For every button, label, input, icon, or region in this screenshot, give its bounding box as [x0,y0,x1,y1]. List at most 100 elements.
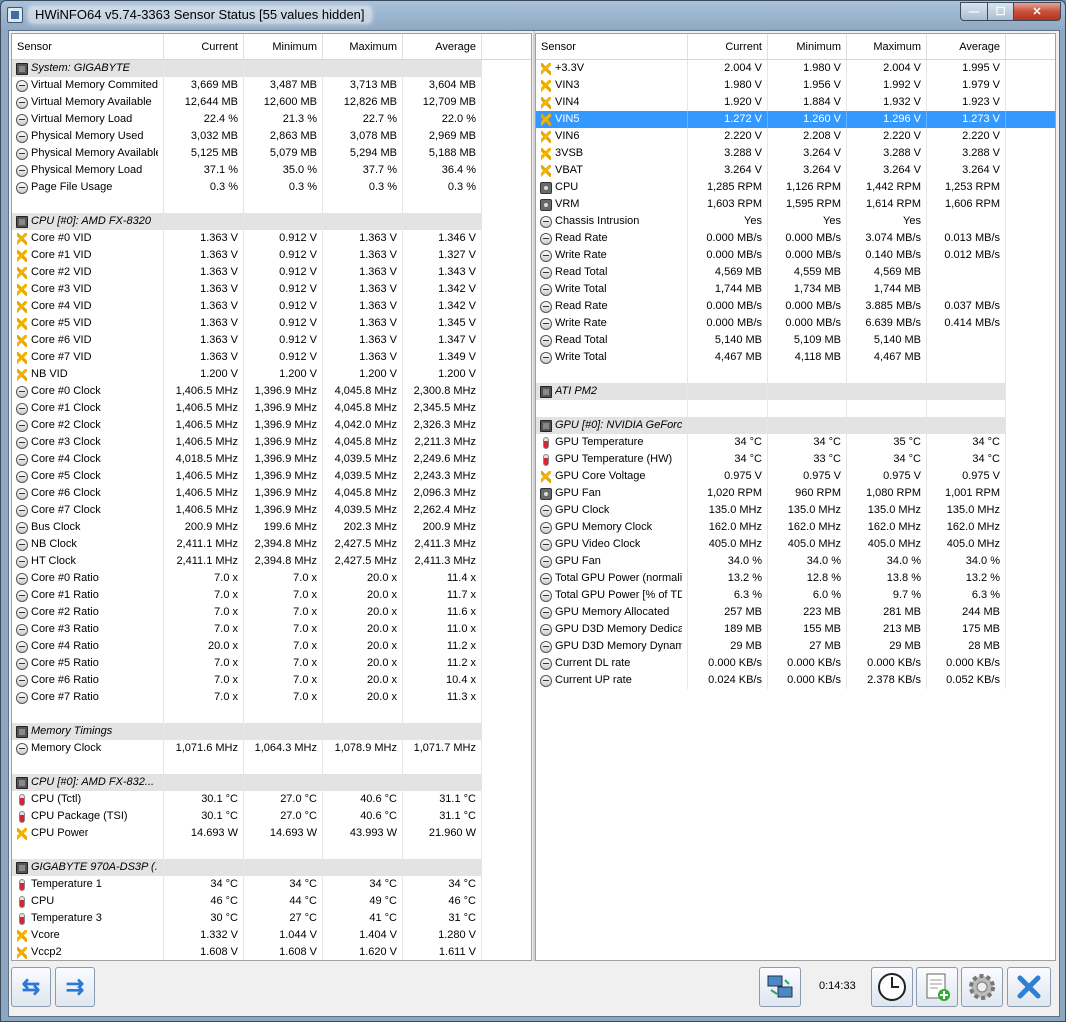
sensor-row[interactable]: Write Total 1,744 MB 1,734 MB 1,744 MB [536,281,1055,298]
logging-button[interactable] [916,967,958,1007]
sensor-row[interactable]: Memory Clock 1,071.6 MHz 1,064.3 MHz 1,078.… [12,740,531,757]
sensor-row[interactable]: Core #0 Ratio 7.0 x 7.0 x 20.0 x 11.4 x [12,570,531,587]
sensor-row[interactable]: Current DL rate 0.000 KB/s 0.000 KB/s 0.000… [536,655,1055,672]
sensor-row[interactable]: GPU Clock 135.0 MHz 135.0 MHz 135.0 MHz 135.… [536,502,1055,519]
sensor-row[interactable]: Virtual Memory Available 12,644 MB 12,600 … [12,94,531,111]
sensor-row[interactable]: VIN5 1.272 V 1.260 V 1.296 V 1.273 V [536,111,1055,128]
sensor-row[interactable]: CPU (Tctl) 30.1 °C 27.0 °C 40.6 °C 31.1 °C [12,791,531,808]
sensor-row[interactable]: Physical Memory Available 5,125 MB 5,079 M… [12,145,531,162]
sensor-row[interactable]: GPU Video Clock 405.0 MHz 405.0 MHz 405.0 M… [536,536,1055,553]
sensor-row[interactable]: VIN4 1.920 V 1.884 V 1.932 V 1.923 V [536,94,1055,111]
sensor-row[interactable]: Write Total 4,467 MB 4,118 MB 4,467 MB [536,349,1055,366]
sensor-row[interactable]: Write Rate 0.000 MB/s 0.000 MB/s 6.639 MB/s… [536,315,1055,332]
sensor-row[interactable]: CPU Power 14.693 W 14.693 W 43.993 W 21.960 … [12,825,531,842]
sensor-row[interactable]: VBAT 3.264 V 3.264 V 3.264 V 3.264 V [536,162,1055,179]
sensor-row[interactable]: Page File Usage 0.3 % 0.3 % 0.3 % 0.3 % [12,179,531,196]
sensor-row[interactable]: VIN6 2.220 V 2.208 V 2.220 V 2.220 V [536,128,1055,145]
sensor-row[interactable]: Physical Memory Load 37.1 % 35.0 % 37.7 % 36… [12,162,531,179]
sensor-row[interactable]: Chassis Intrusion Yes Yes Yes [536,213,1055,230]
col-maximum[interactable]: Maximum [847,34,927,59]
sensor-row[interactable]: Write Rate 0.000 MB/s 0.000 MB/s 0.140 MB/s… [536,247,1055,264]
navigate-back-button[interactable]: ⇆ [11,967,51,1007]
sensor-row[interactable]: Core #3 VID 1.363 V 0.912 V 1.363 V 1.342 V [12,281,531,298]
sensor-row[interactable]: NB Clock 2,411.1 MHz 2,394.8 MHz 2,427.5 MH… [12,536,531,553]
close-window-button[interactable]: ✕ [1013,2,1061,21]
sensor-row[interactable]: Core #2 VID 1.363 V 0.912 V 1.363 V 1.343 V [12,264,531,281]
sensor-row[interactable]: Read Total 4,569 MB 4,559 MB 4,569 MB [536,264,1055,281]
sensor-row[interactable]: Core #6 Clock 1,406.5 MHz 1,396.9 MHz 4,045… [12,485,531,502]
sensor-row[interactable]: Core #1 Ratio 7.0 x 7.0 x 20.0 x 11.7 x [12,587,531,604]
col-maximum[interactable]: Maximum [323,34,403,59]
sensor-row[interactable]: GPU Fan 1,020 RPM 960 RPM 1,080 RPM 1,001 RP… [536,485,1055,502]
sensor-row[interactable]: VRM 1,603 RPM 1,595 RPM 1,614 RPM 1,606 RPM [536,196,1055,213]
sensor-row[interactable]: Bus Clock 200.9 MHz 199.6 MHz 202.3 MHz 200.… [12,519,531,536]
sensor-row[interactable]: GPU Temperature (HW) 34 °C 33 °C 34 °C 34 °C [536,451,1055,468]
sensor-row[interactable]: CPU 1,285 RPM 1,126 RPM 1,442 RPM 1,253 RPM [536,179,1055,196]
sensor-row[interactable]: Core #5 Ratio 7.0 x 7.0 x 20.0 x 11.2 x [12,655,531,672]
sensor-row[interactable]: Core #4 VID 1.363 V 0.912 V 1.363 V 1.342 V [12,298,531,315]
col-current[interactable]: Current [688,34,768,59]
maximize-button[interactable]: ☐ [987,2,1013,21]
settings-button[interactable] [961,967,1003,1007]
sensor-row[interactable]: Core #5 Clock 1,406.5 MHz 1,396.9 MHz 4,039… [12,468,531,485]
sensor-row[interactable]: GPU D3D Memory Dynamic 29 MB 27 MB 29 MB 28 … [536,638,1055,655]
sensor-row[interactable]: Core #4 Ratio 20.0 x 7.0 x 20.0 x 11.2 x [12,638,531,655]
sensor-row[interactable]: Core #7 Clock 1,406.5 MHz 1,396.9 MHz 4,039… [12,502,531,519]
sensor-row[interactable]: Core #2 Clock 1,406.5 MHz 1,396.9 MHz 4,042… [12,417,531,434]
sensor-group-row[interactable]: CPU [#0]: AMD FX-832... [12,774,531,791]
title-bar[interactable]: HWiNFO64 v5.74-3363 Sensor Status [55 va… [1,1,1065,29]
sensor-row[interactable]: VIN3 1.980 V 1.956 V 1.992 V 1.979 V [536,77,1055,94]
reset-timer-button[interactable] [871,967,913,1007]
col-average[interactable]: Average [403,34,482,59]
sensor-row[interactable]: Read Rate 0.000 MB/s 0.000 MB/s 3.885 MB/s 0… [536,298,1055,315]
sensor-row[interactable]: Total GPU Power [% of TDP] 6.3 % 6.0 % 9.7 … [536,587,1055,604]
network-button[interactable] [759,967,801,1007]
sensor-group-row[interactable]: ATI PM2 [536,383,1055,400]
navigate-forward-button[interactable]: ⇉ [55,967,95,1007]
sensor-group-row[interactable]: System: GIGABYTE [12,60,531,77]
sensor-group-row[interactable]: GIGABYTE 970A-DS3P (... [12,859,531,876]
sensor-row[interactable]: GPU Core Voltage 0.975 V 0.975 V 0.975 V 0.9… [536,468,1055,485]
sensor-row[interactable]: +3.3V 2.004 V 1.980 V 2.004 V 1.995 V [536,60,1055,77]
sensor-row[interactable]: Core #7 Ratio 7.0 x 7.0 x 20.0 x 11.3 x [12,689,531,706]
sensor-row[interactable]: GPU Memory Clock 162.0 MHz 162.0 MHz 162.0 … [536,519,1055,536]
sensor-row[interactable]: Vccp2 1.608 V 1.608 V 1.620 V 1.611 V [12,944,531,960]
sensor-row[interactable]: Total GPU Power (normalize...13.2 %12.8 … [536,570,1055,587]
sensor-row[interactable]: GPU Fan 34.0 % 34.0 % 34.0 % 34.0 % [536,553,1055,570]
sensor-row[interactable]: HT Clock 2,411.1 MHz 2,394.8 MHz 2,427.5 MH… [12,553,531,570]
sensor-row[interactable]: Physical Memory Used 3,032 MB 2,863 MB 3,07… [12,128,531,145]
sensor-row[interactable]: Temperature 1 34 °C 34 °C 34 °C 34 °C [12,876,531,893]
sensor-row[interactable]: Core #0 Clock 1,406.5 MHz 1,396.9 MHz 4,045… [12,383,531,400]
sensor-group-row[interactable]: CPU [#0]: AMD FX-8320 [12,213,531,230]
sensor-row[interactable]: Core #7 VID 1.363 V 0.912 V 1.363 V 1.349 V [12,349,531,366]
col-average[interactable]: Average [927,34,1006,59]
sensor-row[interactable]: Read Rate 0.000 MB/s 0.000 MB/s 3.074 MB/s 0… [536,230,1055,247]
sensor-row[interactable]: Core #0 VID 1.363 V 0.912 V 1.363 V 1.346 V [12,230,531,247]
col-minimum[interactable]: Minimum [768,34,847,59]
sensor-row[interactable]: Read Total 5,140 MB 5,109 MB 5,140 MB [536,332,1055,349]
sensor-row[interactable]: Current UP rate 0.024 KB/s 0.000 KB/s 2.378… [536,672,1055,689]
col-current[interactable]: Current [164,34,244,59]
col-sensor[interactable]: Sensor [536,34,688,59]
sensor-row[interactable]: Core #1 Clock 1,406.5 MHz 1,396.9 MHz 4,045… [12,400,531,417]
sensor-row[interactable]: Core #4 Clock 4,018.5 MHz 1,396.9 MHz 4,039… [12,451,531,468]
sensor-row[interactable]: 3VSB 3.288 V 3.264 V 3.288 V 3.288 V [536,145,1055,162]
app-icon[interactable] [7,7,23,23]
exit-button[interactable] [1007,967,1051,1007]
sensor-row[interactable]: Virtual Memory Load 22.4 % 21.3 % 22.7 % 22.… [12,111,531,128]
sensor-row[interactable]: Core #6 Ratio 7.0 x 7.0 x 20.0 x 10.4 x [12,672,531,689]
sensor-row[interactable]: CPU Package (TSI) 30.1 °C 27.0 °C 40.6 °C 31… [12,808,531,825]
sensor-row[interactable]: Vcore 1.332 V 1.044 V 1.404 V 1.280 V [12,927,531,944]
sensor-row[interactable]: Virtual Memory Commited 3,669 MB 3,487 MB 3… [12,77,531,94]
sensor-pane-left[interactable]: Sensor Current Minimum Maximum Average S… [11,33,532,961]
sensor-row[interactable]: Core #3 Clock 1,406.5 MHz 1,396.9 MHz 4,045… [12,434,531,451]
sensor-row[interactable]: Core #2 Ratio 7.0 x 7.0 x 20.0 x 11.6 x [12,604,531,621]
sensor-row[interactable]: CPU 46 °C 44 °C 49 °C 46 °C [12,893,531,910]
sensor-pane-right[interactable]: Sensor Current Minimum Maximum Average +… [535,33,1056,961]
sensor-row[interactable]: Core #5 VID 1.363 V 0.912 V 1.363 V 1.345 V [12,315,531,332]
sensor-group-row[interactable]: Memory Timings [12,723,531,740]
sensor-row[interactable]: Core #1 VID 1.363 V 0.912 V 1.363 V 1.327 V [12,247,531,264]
col-sensor[interactable]: Sensor [12,34,164,59]
sensor-row[interactable]: NB VID 1.200 V 1.200 V 1.200 V 1.200 V [12,366,531,383]
sensor-row[interactable]: GPU Memory Allocated 257 MB 223 MB 281 MB 24… [536,604,1055,621]
